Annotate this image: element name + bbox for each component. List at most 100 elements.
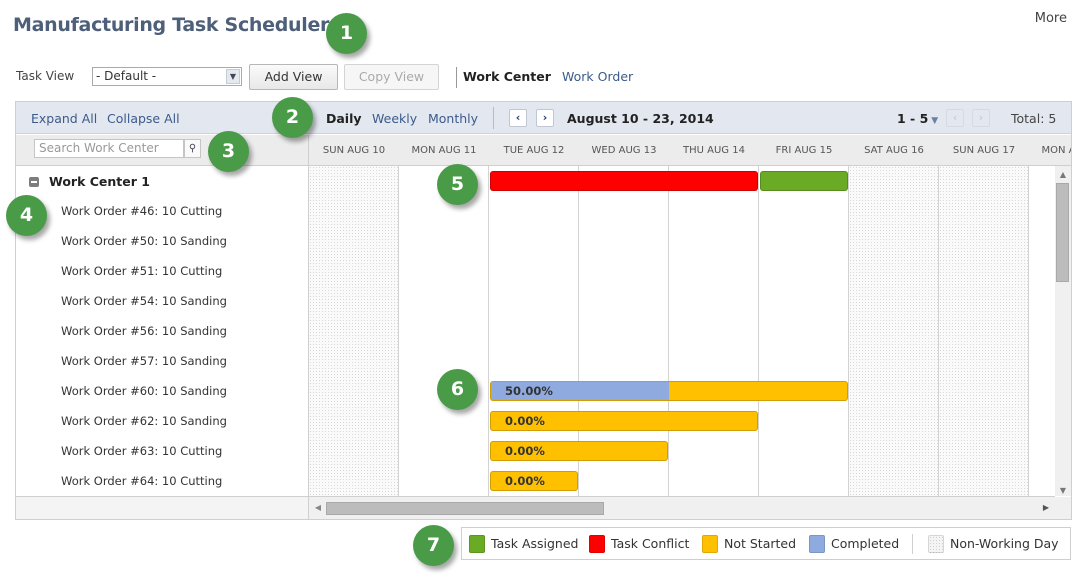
chevron-right-icon: › [542,111,548,124]
work-order-row[interactable]: Work Order #56: 10 Sanding [61,316,227,346]
task-view-selected: - Default - [96,69,157,83]
callout-badge: 7 [413,525,454,566]
day-header: MON AUG 18 [1041,145,1072,156]
task-bar-conflict[interactable] [490,171,758,191]
non-working-day-column [939,166,1029,496]
task-view-label: Task View [16,69,75,83]
task-progress-label: 0.00% [505,444,545,458]
task-progress-label: 0.00% [505,474,545,488]
callout-badge: 5 [437,164,478,205]
page-next-button[interactable]: › [972,109,990,127]
day-header: MON AUG 11 [411,145,477,156]
search-work-center-input[interactable]: Search Work Center [34,139,184,158]
chevron-down-icon: ▼ [226,69,240,84]
tree-footer [16,497,308,519]
day-header: TUE AUG 12 [503,145,565,156]
task-view-select[interactable]: - Default - ▼ [92,67,242,86]
add-view-button[interactable]: Add View [249,64,338,90]
day-header: FRI AUG 15 [775,145,833,156]
day-header: SAT AUG 16 [864,145,924,156]
task-bar-not-started[interactable]: 50.00% [490,381,848,401]
mode-work-order-link[interactable]: Work Order [562,69,633,84]
legend-swatch [589,535,605,553]
day-column [669,166,759,496]
legend-label: Task Conflict [611,536,690,551]
page-range-label: 1 - 5 [897,111,929,126]
work-order-row[interactable]: Work Order #60: 10 Sanding [61,376,227,406]
work-order-row[interactable]: Work Order #50: 10 Sanding [61,226,227,256]
legend-label: Non-Working Day [950,536,1059,551]
date-range: August 10 - 23, 2014 [567,111,714,126]
work-order-row[interactable]: Work Order #63: 10 Cutting [61,436,222,466]
scroll-left-icon[interactable]: ◀ [312,501,324,515]
task-bar-not-started[interactable]: 0.00% [490,471,578,491]
legend-item-assigned: Task Assigned [469,535,578,553]
work-order-row[interactable]: Work Order #57: 10 Sanding [61,346,227,376]
scale-monthly-tab[interactable]: Monthly [428,111,478,126]
search-button[interactable]: ⚲ [184,139,201,158]
legend-label: Completed [831,536,900,551]
collapse-icon[interactable] [29,177,39,187]
page-title: Manufacturing Task Scheduler [13,14,330,36]
legend-item-completed: Completed [809,535,899,553]
work-center-label: Work Center 1 [49,174,150,189]
legend-label: Not Started [724,536,797,551]
callout-badge: 2 [272,97,313,138]
divider [493,107,494,129]
gantt-grid: 50.00% 0.00% 0.00% 0.00% [309,166,1055,496]
legend-label: Task Assigned [491,536,579,551]
task-bar-not-started[interactable]: 0.00% [490,441,668,461]
day-column [1029,166,1055,496]
prev-period-button[interactable]: ‹ [509,109,527,127]
scale-daily-tab[interactable]: Daily [326,111,362,126]
scroll-up-icon[interactable]: ▲ [1055,168,1071,182]
chevron-left-icon: ‹ [952,111,958,124]
horizontal-scrollbar[interactable]: ◀ ▶ [309,497,1071,519]
non-working-day-column [309,166,399,496]
non-working-day-column [849,166,939,496]
day-header: SUN AUG 17 [952,145,1016,156]
more-link[interactable]: More [1035,11,1067,26]
callout-badge: 4 [6,195,47,236]
legend-swatch [809,535,825,553]
next-period-button[interactable]: › [536,109,554,127]
chevron-right-icon: › [978,111,984,124]
scroll-thumb[interactable] [326,502,604,515]
scroll-right-icon[interactable]: ▶ [1040,501,1052,515]
mode-work-center-link[interactable]: Work Center [463,69,551,84]
scroll-down-icon[interactable]: ▼ [1055,484,1071,498]
task-bar-not-started[interactable]: 0.00% [490,411,758,431]
timeline-header: SUN AUG 10 MON AUG 11 TUE AUG 12 WED AUG 13… [309,135,1071,166]
work-order-row[interactable]: Work Order #64: 10 Cutting [61,466,222,496]
day-column [759,166,849,496]
legend-swatch [928,535,944,553]
legend-item-non-working: Non-Working Day [928,535,1059,553]
day-column [399,166,489,496]
scale-weekly-tab[interactable]: Weekly [372,111,417,126]
legend-swatch [702,535,718,553]
task-bar-assigned[interactable] [760,171,848,191]
legend-swatch [469,535,485,553]
search-icon: ⚲ [188,143,197,154]
work-order-row[interactable]: Work Order #46: 10 Cutting [61,196,222,226]
task-progress-label: 0.00% [505,414,545,428]
callout-badge: 3 [208,131,249,172]
day-header: SUN AUG 10 [322,145,386,156]
legend: Task Assigned Task Conflict Not Started Com… [461,527,1071,560]
collapse-all-link[interactable]: Collapse All [107,111,180,126]
day-header: WED AUG 13 [591,145,657,156]
total-count: Total: 5 [1011,111,1057,126]
legend-item-conflict: Task Conflict [589,535,689,553]
vertical-scrollbar[interactable]: ▲ ▼ [1055,166,1071,496]
work-center-row[interactable]: Work Center 1 [16,166,308,196]
task-progress-label: 50.00% [505,384,553,398]
callout-badge: 1 [326,13,367,54]
work-order-row[interactable]: Work Order #51: 10 Cutting [61,256,222,286]
expand-all-link[interactable]: Expand All [31,111,97,126]
page-prev-button[interactable]: ‹ [946,109,964,127]
copy-view-button[interactable]: Copy View [344,64,439,90]
work-order-row[interactable]: Work Order #62: 10 Sanding [61,406,227,436]
work-order-row[interactable]: Work Order #54: 10 Sanding [61,286,227,316]
page-range-dropdown[interactable]: 1 - 5 ▼ [897,111,938,126]
scroll-thumb[interactable] [1056,183,1069,282]
